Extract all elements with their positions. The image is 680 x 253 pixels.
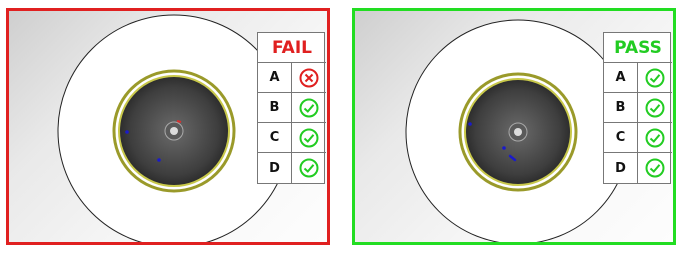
result-table: FAIL A B C D xyxy=(257,32,326,184)
check-label: B xyxy=(604,93,638,123)
defect-dot xyxy=(125,130,129,134)
check-label: C xyxy=(258,123,292,153)
inspection-panel-pass: PASS A B C D xyxy=(352,8,676,245)
check-label: B xyxy=(258,93,292,123)
check-circle-icon xyxy=(638,153,672,183)
x-circle-icon xyxy=(292,63,326,93)
check-label: A xyxy=(258,63,292,93)
ferrule-inner xyxy=(170,127,178,135)
result-table: PASS A B C D xyxy=(603,32,672,184)
check-circle-icon xyxy=(638,63,672,93)
defect-dot xyxy=(502,146,506,150)
status-label: FAIL xyxy=(258,33,326,63)
check-label: C xyxy=(604,123,638,153)
check-label: D xyxy=(604,153,638,183)
check-label: D xyxy=(258,153,292,183)
check-circle-icon xyxy=(638,123,672,153)
fail-defect-marker xyxy=(176,120,182,123)
inspection-panel-fail: FAIL A B C D xyxy=(6,8,330,245)
defect-dot xyxy=(157,158,161,162)
check-circle-icon xyxy=(292,123,326,153)
check-circle-icon xyxy=(638,93,672,123)
check-circle-icon xyxy=(292,93,326,123)
status-label: PASS xyxy=(604,33,672,63)
check-circle-icon xyxy=(292,153,326,183)
defect-dot xyxy=(468,122,472,126)
check-label: A xyxy=(604,63,638,93)
ferrule-inner xyxy=(514,128,522,136)
